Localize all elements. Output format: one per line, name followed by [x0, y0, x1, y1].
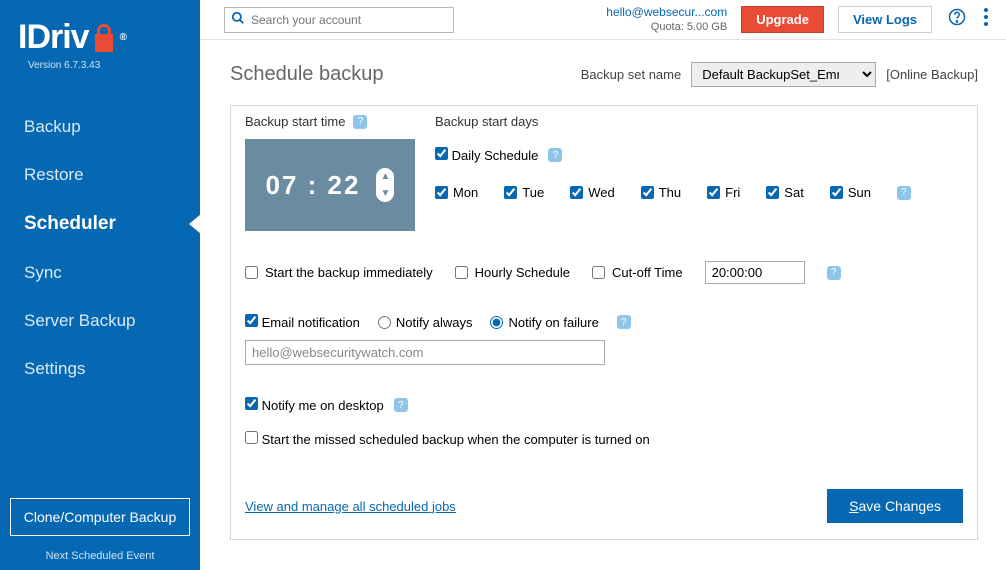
help-email-icon[interactable]: ?	[617, 315, 631, 329]
schedule-panel: Backup start time ? Backup start days 07…	[230, 105, 978, 540]
sidebar: IDriv ® Version 6.7.3.43 Backup Restore …	[0, 0, 200, 570]
nav: Backup Restore Scheduler Sync Server Bac…	[0, 103, 200, 393]
backup-set-select[interactable]: Default BackupSet_Emma	[691, 62, 876, 87]
start-missed-checkbox[interactable]: Start the missed scheduled backup when t…	[245, 431, 650, 447]
start-immediately-checkbox[interactable]: Start the backup immediately	[245, 265, 433, 280]
time-picker[interactable]: 07 : 22 ▲ ▼	[245, 139, 415, 231]
nav-scheduler[interactable]: Scheduler	[0, 199, 200, 249]
nav-settings[interactable]: Settings	[0, 345, 200, 393]
version-label: Version 6.7.3.43	[18, 60, 182, 71]
account-info: hello@websecur...com Quota: 5.00 GB	[468, 5, 727, 35]
search-box[interactable]	[224, 7, 454, 33]
daily-schedule-checkbox[interactable]: Daily Schedule	[435, 147, 538, 163]
topbar: hello@websecur...com Quota: 5.00 GB Upgr…	[200, 0, 1006, 40]
notify-desktop-checkbox[interactable]: Notify me on desktop	[245, 397, 384, 413]
cutoff-time-checkbox[interactable]: Cut-off Time	[592, 265, 683, 280]
view-all-jobs-link[interactable]: View and manage all scheduled jobs	[245, 499, 456, 514]
day-sat[interactable]: Sat	[766, 185, 804, 200]
notify-always-radio[interactable]: Notify always	[378, 315, 473, 330]
hourly-schedule-checkbox[interactable]: Hourly Schedule	[455, 265, 570, 280]
more-icon[interactable]	[982, 6, 990, 33]
chevron-down-icon: ▼	[381, 189, 391, 199]
nav-sync[interactable]: Sync	[0, 249, 200, 297]
help-cutoff-icon[interactable]: ?	[827, 266, 841, 280]
view-logs-button[interactable]: View Logs	[838, 6, 932, 33]
content: Schedule backup Backup set name Default …	[200, 40, 1006, 570]
quota-label: Quota: 5.00 GB	[468, 20, 727, 34]
day-fri[interactable]: Fri	[707, 185, 740, 200]
start-days-label: Backup start days	[435, 114, 538, 129]
main: hello@websecur...com Quota: 5.00 GB Upgr…	[200, 0, 1006, 570]
start-time-label: Backup start time	[245, 114, 345, 129]
cutoff-time-input[interactable]	[705, 261, 805, 284]
help-icon[interactable]	[946, 6, 968, 33]
day-tue[interactable]: Tue	[504, 185, 544, 200]
help-desktop-icon[interactable]: ?	[394, 398, 408, 412]
app-logo: IDriv ®	[18, 18, 182, 57]
save-changes-button[interactable]: Save Changes	[827, 489, 963, 523]
page-title: Schedule backup	[230, 63, 383, 86]
logo-area: IDriv ® Version 6.7.3.43	[0, 0, 200, 77]
nav-restore[interactable]: Restore	[0, 151, 200, 199]
help-daily-icon[interactable]: ?	[548, 148, 562, 162]
help-days-icon[interactable]: ?	[897, 186, 911, 200]
day-wed[interactable]: Wed	[570, 185, 615, 200]
search-input[interactable]	[251, 13, 447, 27]
backup-set-label: Backup set name	[581, 67, 681, 82]
email-address-input[interactable]	[245, 340, 605, 365]
account-email[interactable]: hello@websecur...com	[468, 5, 727, 21]
time-stepper[interactable]: ▲ ▼	[376, 168, 394, 202]
search-icon	[231, 11, 245, 29]
day-mon[interactable]: Mon	[435, 185, 478, 200]
day-thu[interactable]: Thu	[641, 185, 681, 200]
next-scheduled-event-label: Next Scheduled Event	[0, 550, 200, 570]
lock-icon	[90, 22, 118, 54]
nav-backup[interactable]: Backup	[0, 103, 200, 151]
online-backup-label: [Online Backup]	[886, 67, 978, 82]
email-notification-checkbox[interactable]: Email notification	[245, 314, 360, 330]
page-header: Schedule backup Backup set name Default …	[230, 62, 978, 87]
day-sun[interactable]: Sun	[830, 185, 871, 200]
chevron-up-icon: ▲	[381, 172, 391, 182]
clone-computer-backup-button[interactable]: Clone/Computer Backup	[10, 498, 190, 536]
nav-server-backup[interactable]: Server Backup	[0, 297, 200, 345]
upgrade-button[interactable]: Upgrade	[741, 6, 824, 33]
notify-failure-radio[interactable]: Notify on failure	[490, 315, 598, 330]
help-start-time-icon[interactable]: ?	[353, 115, 367, 129]
